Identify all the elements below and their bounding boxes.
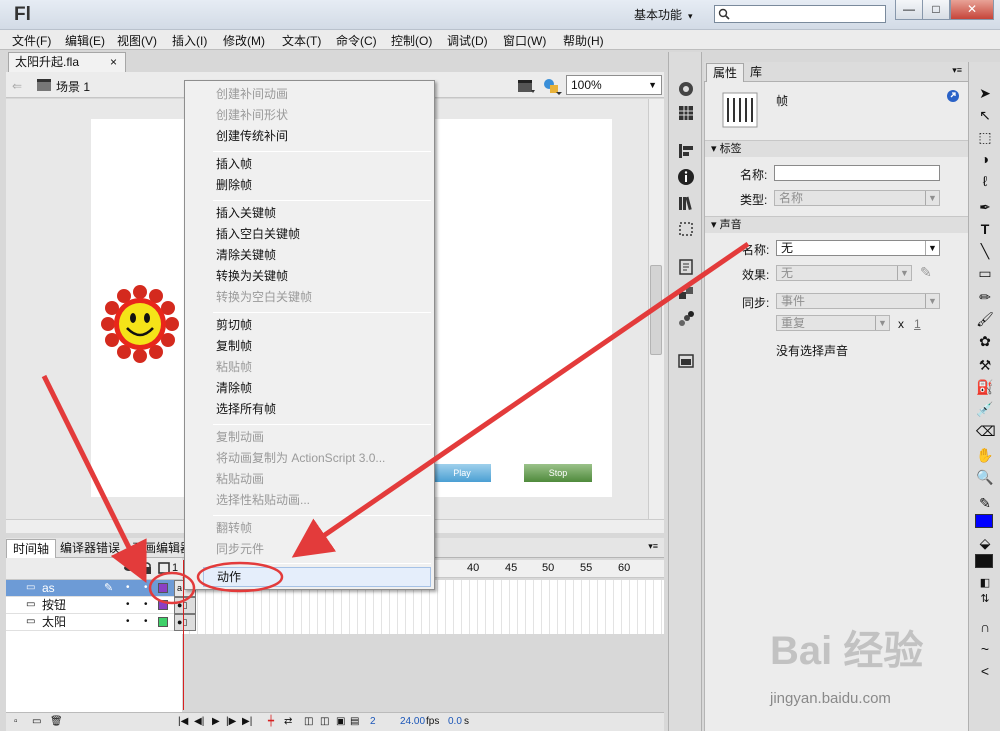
baidu-watermark: Bai 经验 bbox=[770, 629, 924, 673]
annotation-arrow-to-layer bbox=[41, 374, 147, 583]
annotation-arrow-to-actions bbox=[291, 241, 750, 558]
baidu-watermark-url: jingyan.baidu.com bbox=[770, 690, 891, 707]
annotation-circle-keyframe bbox=[148, 571, 196, 605]
annotation-circle-actions bbox=[196, 561, 284, 593]
